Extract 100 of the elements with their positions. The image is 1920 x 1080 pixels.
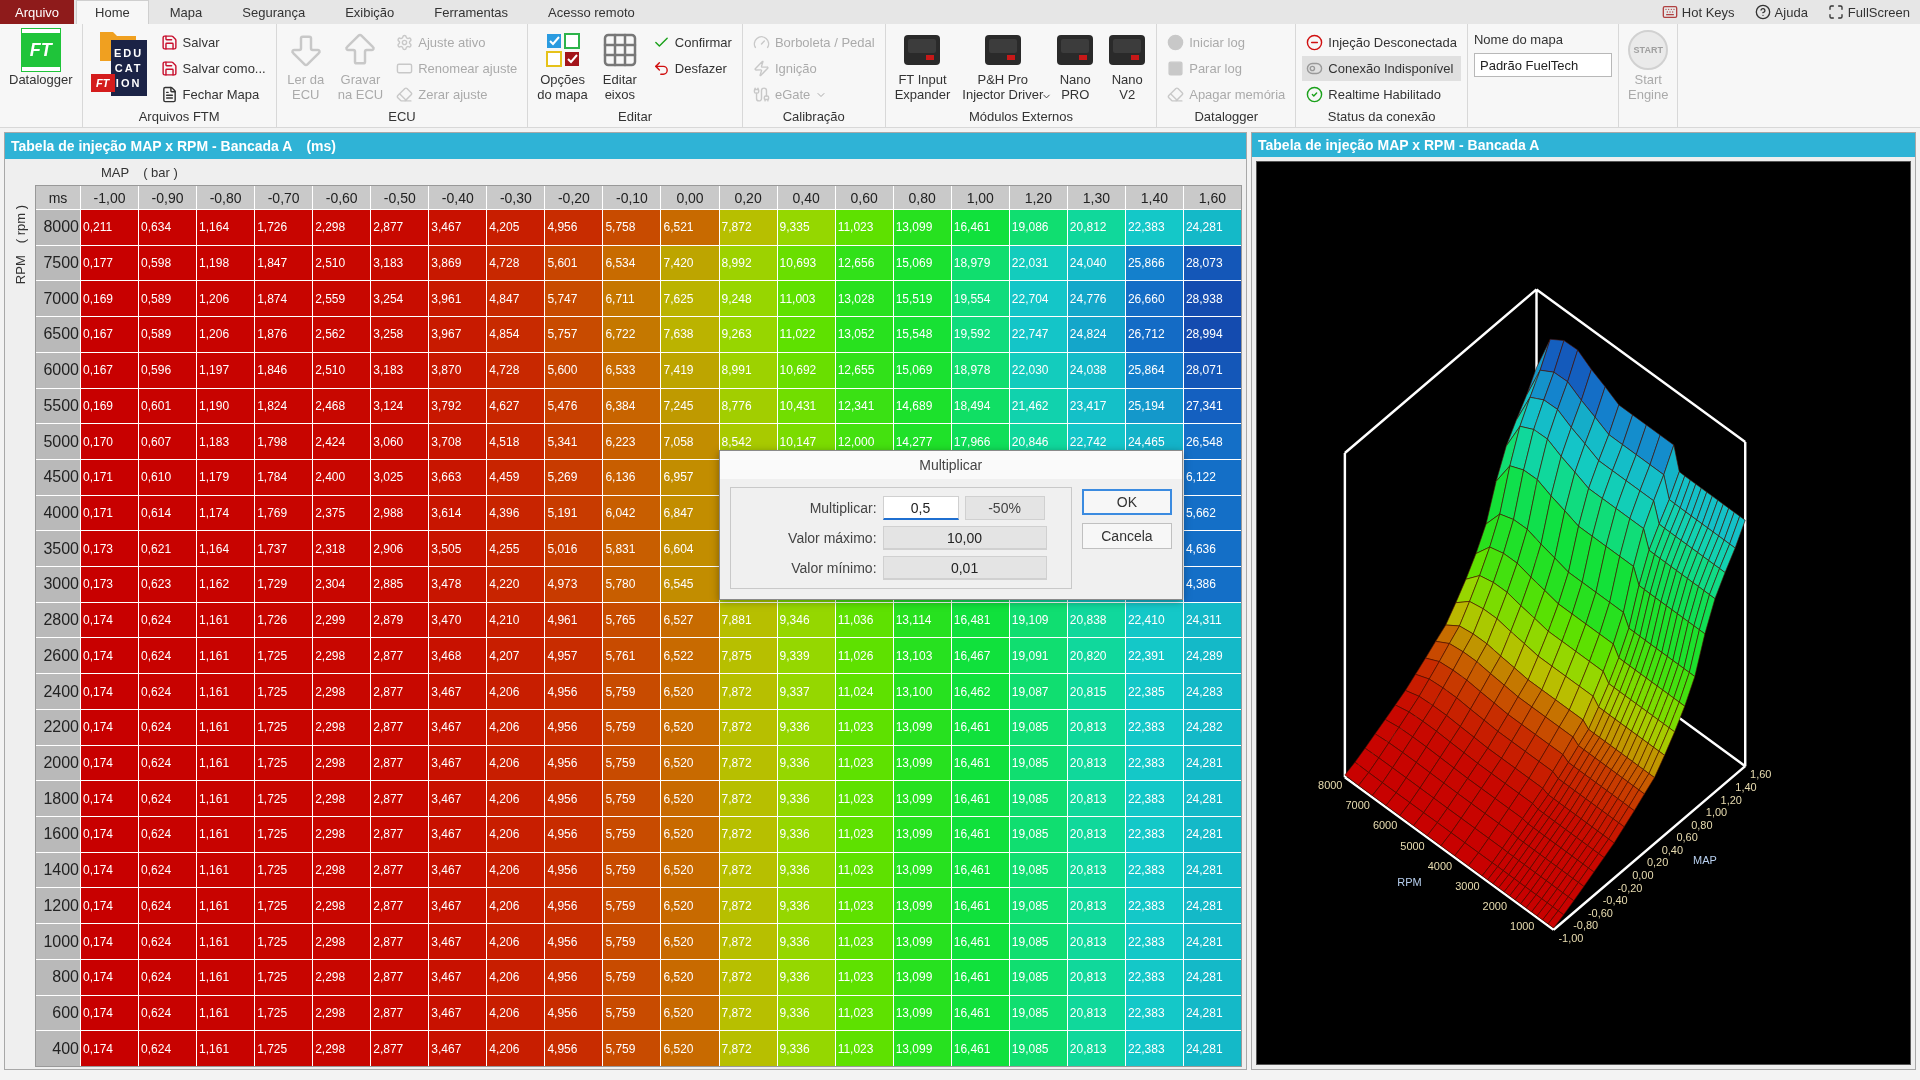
- table-cell[interactable]: 2,879: [371, 602, 429, 638]
- table-cell[interactable]: 2,298: [313, 210, 371, 245]
- table-cell[interactable]: 5,759: [603, 888, 661, 924]
- table-cell[interactable]: 5,780: [603, 567, 661, 602]
- table-cell[interactable]: 4,956: [545, 852, 603, 888]
- table-cell[interactable]: 4,206: [487, 817, 545, 852]
- table-cell[interactable]: 0,173: [81, 567, 139, 602]
- table-cell[interactable]: 6,136: [603, 459, 661, 495]
- ribbon-button[interactable]: FT Datalogger: [6, 26, 76, 89]
- table-cell[interactable]: 2,298: [313, 924, 371, 959]
- table-cell[interactable]: 1,846: [255, 352, 313, 388]
- table-cell[interactable]: 2,877: [371, 781, 429, 817]
- table-cell[interactable]: 4,728: [487, 352, 545, 388]
- table-cell[interactable]: 0,596: [139, 352, 197, 388]
- table-cell[interactable]: 1,725: [255, 817, 313, 852]
- table-cell[interactable]: 0,177: [81, 245, 139, 281]
- table-cell[interactable]: 6,957: [661, 459, 719, 495]
- table-cell[interactable]: 1,161: [197, 674, 255, 709]
- menu-tab[interactable]: Home: [76, 0, 149, 24]
- table-cell[interactable]: 5,759: [603, 995, 661, 1031]
- table-cell[interactable]: 25,866: [1125, 245, 1183, 281]
- table-cell[interactable]: 26,548: [1183, 424, 1241, 459]
- table-cell[interactable]: 1,161: [197, 1031, 255, 1066]
- ribbon-button[interactable]: Salvar como...: [156, 56, 270, 81]
- table-cell[interactable]: 1,725: [255, 995, 313, 1031]
- table-cell[interactable]: 0,624: [139, 1031, 197, 1066]
- table-cell[interactable]: 1,874: [255, 281, 313, 317]
- table-cell[interactable]: 3,663: [429, 459, 487, 495]
- table-cell[interactable]: 3,025: [371, 459, 429, 495]
- table-cell[interactable]: 6,520: [661, 709, 719, 745]
- table-cell[interactable]: 2,298: [313, 1031, 371, 1066]
- table-cell[interactable]: 4,961: [545, 602, 603, 638]
- table-cell[interactable]: 2,510: [313, 352, 371, 388]
- table-cell[interactable]: 0,623: [139, 567, 197, 602]
- table-cell[interactable]: 0,634: [139, 210, 197, 245]
- table-cell[interactable]: 4,956: [545, 817, 603, 852]
- toolbar-link[interactable]: FullScreen: [1817, 0, 1920, 24]
- table-cell[interactable]: 1,726: [255, 210, 313, 245]
- table-cell[interactable]: 0,624: [139, 924, 197, 959]
- table-cell[interactable]: 2,562: [313, 317, 371, 352]
- table-cell[interactable]: 1,161: [197, 781, 255, 817]
- table-cell[interactable]: 7,245: [661, 388, 719, 424]
- table-cell[interactable]: 2,877: [371, 924, 429, 959]
- table-cell[interactable]: 2,298: [313, 781, 371, 817]
- table-cell[interactable]: 6,520: [661, 1031, 719, 1066]
- table-cell[interactable]: 2,298: [313, 817, 371, 852]
- table-cell[interactable]: 1,725: [255, 745, 313, 781]
- table-cell[interactable]: 1,162: [197, 567, 255, 602]
- table-cell[interactable]: 7,058: [661, 424, 719, 459]
- table-cell[interactable]: 6,521: [661, 210, 719, 245]
- table-cell[interactable]: 3,467: [429, 959, 487, 995]
- table-cell[interactable]: 4,206: [487, 781, 545, 817]
- table-cell[interactable]: 0,167: [81, 352, 139, 388]
- table-cell[interactable]: 0,624: [139, 852, 197, 888]
- table-cell[interactable]: 1,198: [197, 245, 255, 281]
- ribbon-button[interactable]: Editar eixos: [596, 26, 643, 104]
- table-cell[interactable]: 3,792: [429, 388, 487, 424]
- table-cell[interactable]: 5,476: [545, 388, 603, 424]
- table-cell[interactable]: 0,624: [139, 817, 197, 852]
- table-cell[interactable]: 3,467: [429, 888, 487, 924]
- table-cell[interactable]: 5,016: [545, 531, 603, 567]
- table-cell[interactable]: 4,207: [487, 638, 545, 674]
- table-cell[interactable]: 2,298: [313, 852, 371, 888]
- table-cell[interactable]: 6,520: [661, 674, 719, 709]
- table-cell[interactable]: 1,876: [255, 317, 313, 352]
- input-field[interactable]: 0,5: [882, 496, 959, 521]
- ribbon-button[interactable]: Nano V2: [1104, 26, 1151, 104]
- table-cell[interactable]: 5,759: [603, 959, 661, 995]
- table-cell[interactable]: 4,255: [487, 531, 545, 567]
- table-cell[interactable]: 5,747: [545, 281, 603, 317]
- table-cell[interactable]: 0,614: [139, 495, 197, 531]
- table-cell[interactable]: 1,161: [197, 638, 255, 674]
- table-cell[interactable]: 4,206: [487, 888, 545, 924]
- table-cell[interactable]: 6,520: [661, 995, 719, 1031]
- table-cell[interactable]: 1,784: [255, 459, 313, 495]
- table-cell[interactable]: 0,610: [139, 459, 197, 495]
- table-cell[interactable]: 2,559: [313, 281, 371, 317]
- table-cell[interactable]: 0,174: [81, 709, 139, 745]
- table-cell[interactable]: 4,206: [487, 1031, 545, 1066]
- table-cell[interactable]: 4,206: [487, 745, 545, 781]
- table-cell[interactable]: 6,534: [603, 245, 661, 281]
- table-cell[interactable]: 1,164: [197, 210, 255, 245]
- table-cell[interactable]: 1,161: [197, 745, 255, 781]
- table-cell[interactable]: 1,183: [197, 424, 255, 459]
- table-cell[interactable]: 0,174: [81, 781, 139, 817]
- table-cell[interactable]: 1,161: [197, 959, 255, 995]
- table-cell[interactable]: 1,174: [197, 495, 255, 531]
- ribbon-button[interactable]: Nano PRO: [1052, 26, 1099, 104]
- table-cell[interactable]: 5,759: [603, 781, 661, 817]
- dialog-button[interactable]: OK: [1081, 489, 1172, 516]
- table-cell[interactable]: 4,210: [487, 602, 545, 638]
- table-cell[interactable]: 1,725: [255, 674, 313, 709]
- table-cell[interactable]: 6,520: [661, 888, 719, 924]
- table-cell[interactable]: 3,258: [371, 317, 429, 352]
- table-cell[interactable]: 3,467: [429, 852, 487, 888]
- table-cell[interactable]: 3,478: [429, 567, 487, 602]
- table-cell[interactable]: 2,298: [313, 888, 371, 924]
- table-cell[interactable]: 25,194: [1125, 388, 1183, 424]
- table-cell[interactable]: 1,161: [197, 817, 255, 852]
- table-cell[interactable]: 6,847: [661, 495, 719, 531]
